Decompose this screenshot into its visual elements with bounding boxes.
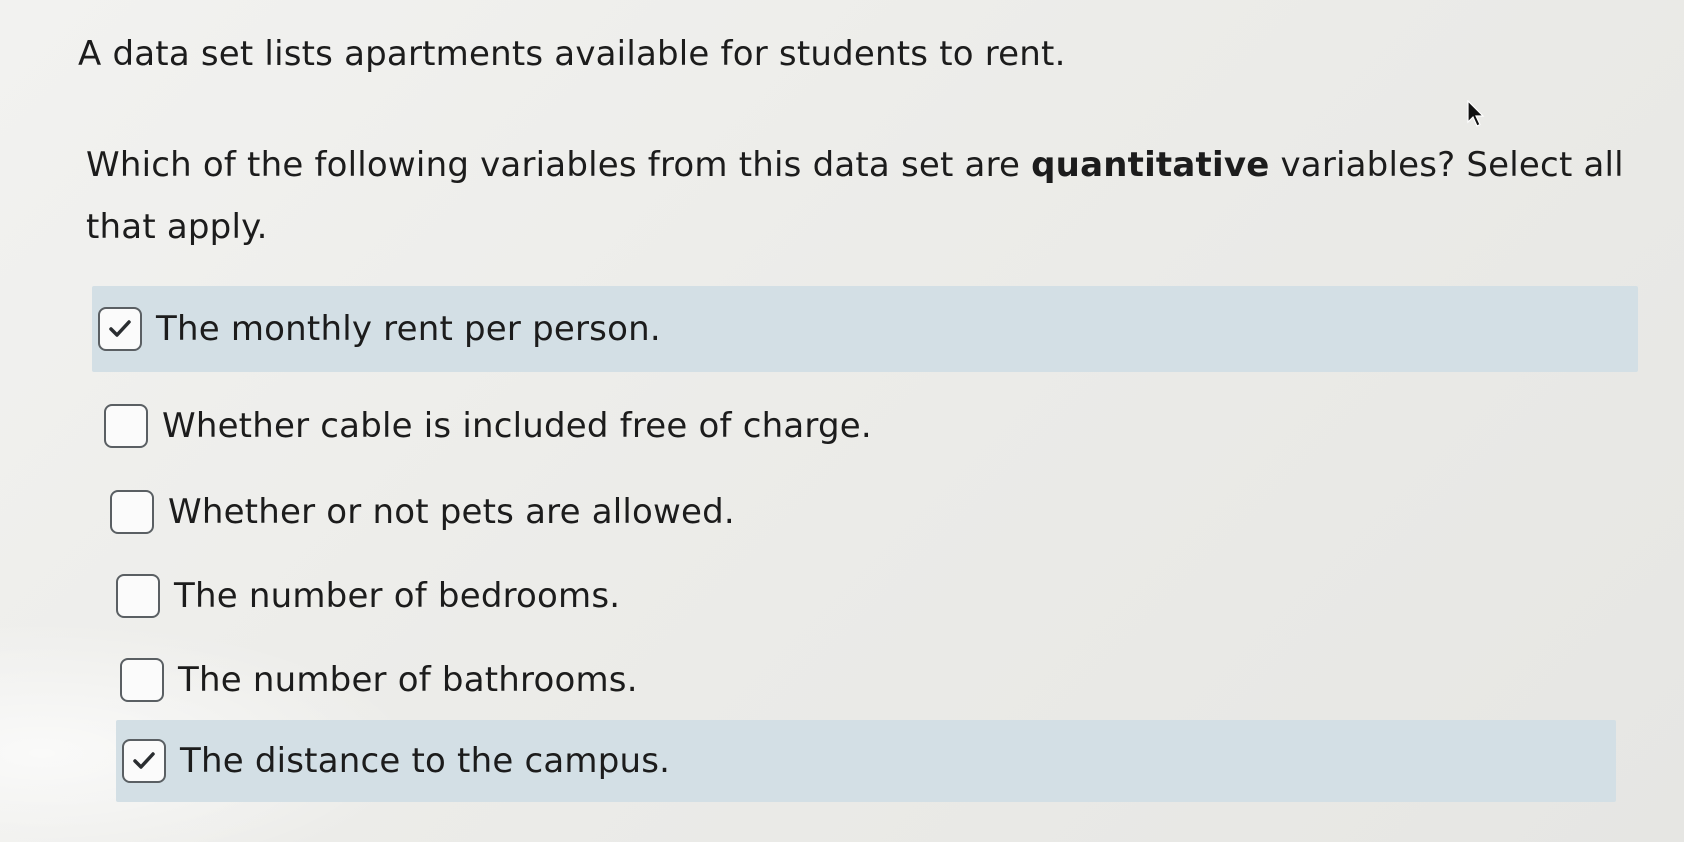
checkbox-pets-allowed[interactable] (110, 490, 154, 534)
option-monthly-rent[interactable]: The monthly rent per person. (92, 286, 1638, 372)
option-cable-included[interactable]: Whether cable is included free of charge… (98, 386, 1004, 466)
option-bathrooms[interactable]: The number of bathrooms. (114, 640, 1020, 720)
option-label: The distance to the campus. (180, 741, 671, 781)
check-icon (133, 752, 155, 769)
option-distance-campus[interactable]: The distance to the campus. (116, 720, 1616, 802)
option-label: The monthly rent per person. (156, 309, 661, 349)
option-bedrooms[interactable]: The number of bedrooms. (110, 556, 1016, 636)
option-pets-allowed[interactable]: Whether or not pets are allowed. (104, 472, 1010, 552)
option-label: The number of bathrooms. (178, 660, 638, 700)
prompt-emphasis: quantitative (1031, 145, 1270, 185)
checkbox-monthly-rent[interactable] (98, 307, 142, 351)
checkbox-bathrooms[interactable] (120, 658, 164, 702)
prompt-text-start: Which of the following variables from th… (86, 145, 1032, 185)
question-intro: A data set lists apartments available fo… (78, 34, 1066, 74)
option-label: Whether cable is included free of charge… (162, 406, 872, 446)
mouse-pointer-icon (1467, 100, 1485, 127)
checkbox-bedrooms[interactable] (116, 574, 160, 618)
question-block: A data set lists apartments available fo… (0, 0, 1684, 842)
checkbox-cable-included[interactable] (104, 404, 148, 448)
checkbox-distance-campus[interactable] (122, 739, 166, 783)
option-label: The number of bedrooms. (174, 576, 621, 616)
check-icon (109, 320, 131, 337)
option-label: Whether or not pets are allowed. (168, 492, 735, 532)
question-prompt: Which of the following variables from th… (86, 134, 1646, 258)
